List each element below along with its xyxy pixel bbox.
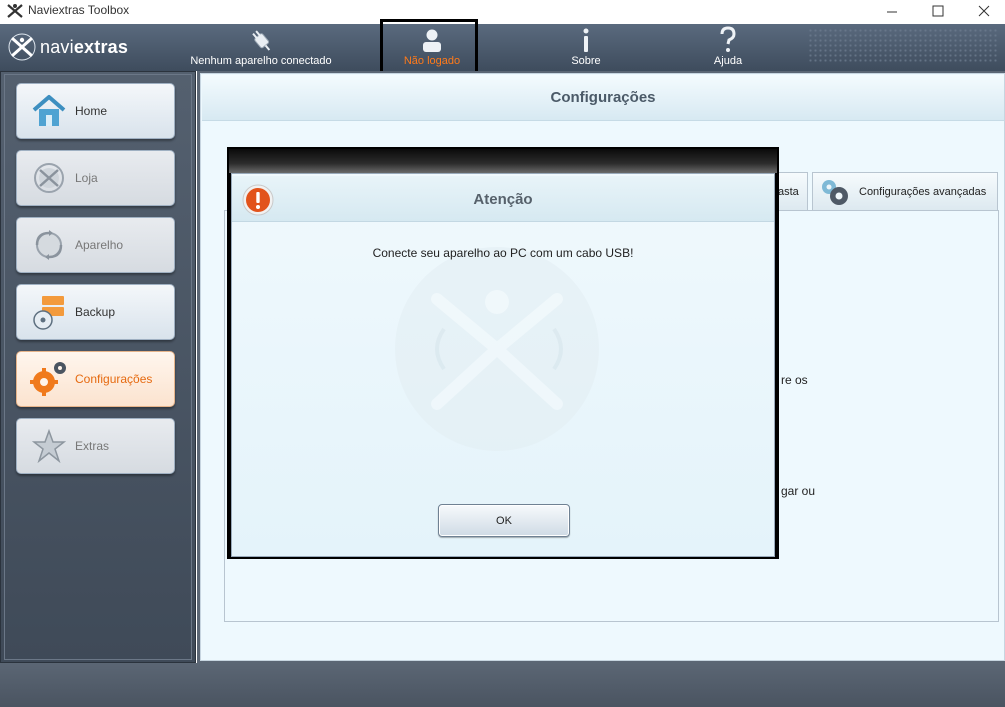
help-button[interactable]: Ajuda (698, 24, 758, 71)
maximize-button[interactable] (915, 0, 961, 22)
about-label: Sobre (571, 55, 601, 67)
sidebar-item-label: Configurações (75, 372, 153, 386)
naviextras-app-icon (7, 4, 23, 18)
help-label: Ajuda (713, 55, 743, 67)
sidebar-item-label: Backup (75, 305, 116, 319)
backup-server-icon (33, 296, 64, 330)
page-title: Configurações (550, 89, 656, 106)
store-globe-icon (34, 163, 64, 193)
sidebar-item-loja[interactable]: Loja (16, 150, 175, 206)
naviextras-watermark-icon (395, 247, 599, 451)
device-sync-icon (35, 230, 63, 260)
device-status-button[interactable]: Nenhum aparelho conectado (190, 24, 332, 71)
decorative-dot-pattern (808, 28, 998, 64)
tab-label: asta (778, 185, 799, 198)
advanced-settings-gears-icon (822, 179, 848, 205)
info-icon (583, 28, 589, 52)
sidebar-item-label: Extras (75, 439, 110, 453)
attention-dialog: Atenção Conecte seu aparelho ao PC com u… (227, 147, 779, 559)
top-navigation: naviextras Nenhum aparelho conectado Não… (0, 24, 1005, 71)
sidebar-item-backup[interactable]: Backup (16, 284, 175, 340)
sidebar-item-aparelho[interactable]: Aparelho (16, 217, 175, 273)
partial-text: re os (781, 373, 808, 387)
close-button[interactable] (961, 0, 1005, 22)
sidebar-item-label: Aparelho (75, 238, 124, 252)
plug-icon (252, 30, 271, 51)
naviextras-logo: naviextras (8, 32, 128, 62)
status-bar (0, 663, 1005, 707)
sidebar-item-configuracoes[interactable]: Configurações (16, 351, 175, 407)
dialog-titlebar (229, 149, 777, 173)
maximize-icon (932, 5, 944, 17)
question-mark-icon (720, 26, 736, 52)
settings-gears-icon (30, 362, 66, 396)
user-button-highlight-frame (380, 19, 478, 76)
close-icon (978, 5, 990, 17)
sidebar-item-label: Loja (75, 171, 98, 185)
naviextras-logo-icon (8, 33, 36, 61)
partial-text: gar ou (781, 484, 816, 498)
home-icon (32, 95, 66, 126)
about-button[interactable]: Sobre (556, 24, 616, 71)
sidebar-item-label: Home (75, 104, 108, 118)
window-title: Naviextras Toolbox (28, 3, 130, 17)
star-icon (32, 429, 66, 463)
minimize-icon (887, 11, 897, 13)
minimize-button[interactable] (869, 0, 915, 22)
ok-button[interactable]: OK (438, 504, 570, 537)
sidebar-item-extras[interactable]: Extras (16, 418, 175, 474)
page-header: Configurações (202, 75, 1004, 121)
title-bar: Naviextras Toolbox (0, 0, 1005, 24)
sidebar: Home Loja Aparelho Backup Configurações … (0, 71, 196, 663)
tab-configuracoes-avancadas[interactable]: Configurações avançadas (812, 172, 998, 210)
logo-text-light: navi (40, 36, 74, 57)
dialog-message: Conecte seu aparelho ao PC com um cabo U… (372, 246, 634, 260)
device-status-label: Nenhum aparelho conectado (190, 55, 332, 67)
sidebar-item-home[interactable]: Home (16, 83, 175, 139)
dialog-title: Atenção (473, 190, 533, 208)
tab-label: Configurações avançadas (859, 185, 987, 198)
logo-text-bold: extras (73, 36, 129, 57)
